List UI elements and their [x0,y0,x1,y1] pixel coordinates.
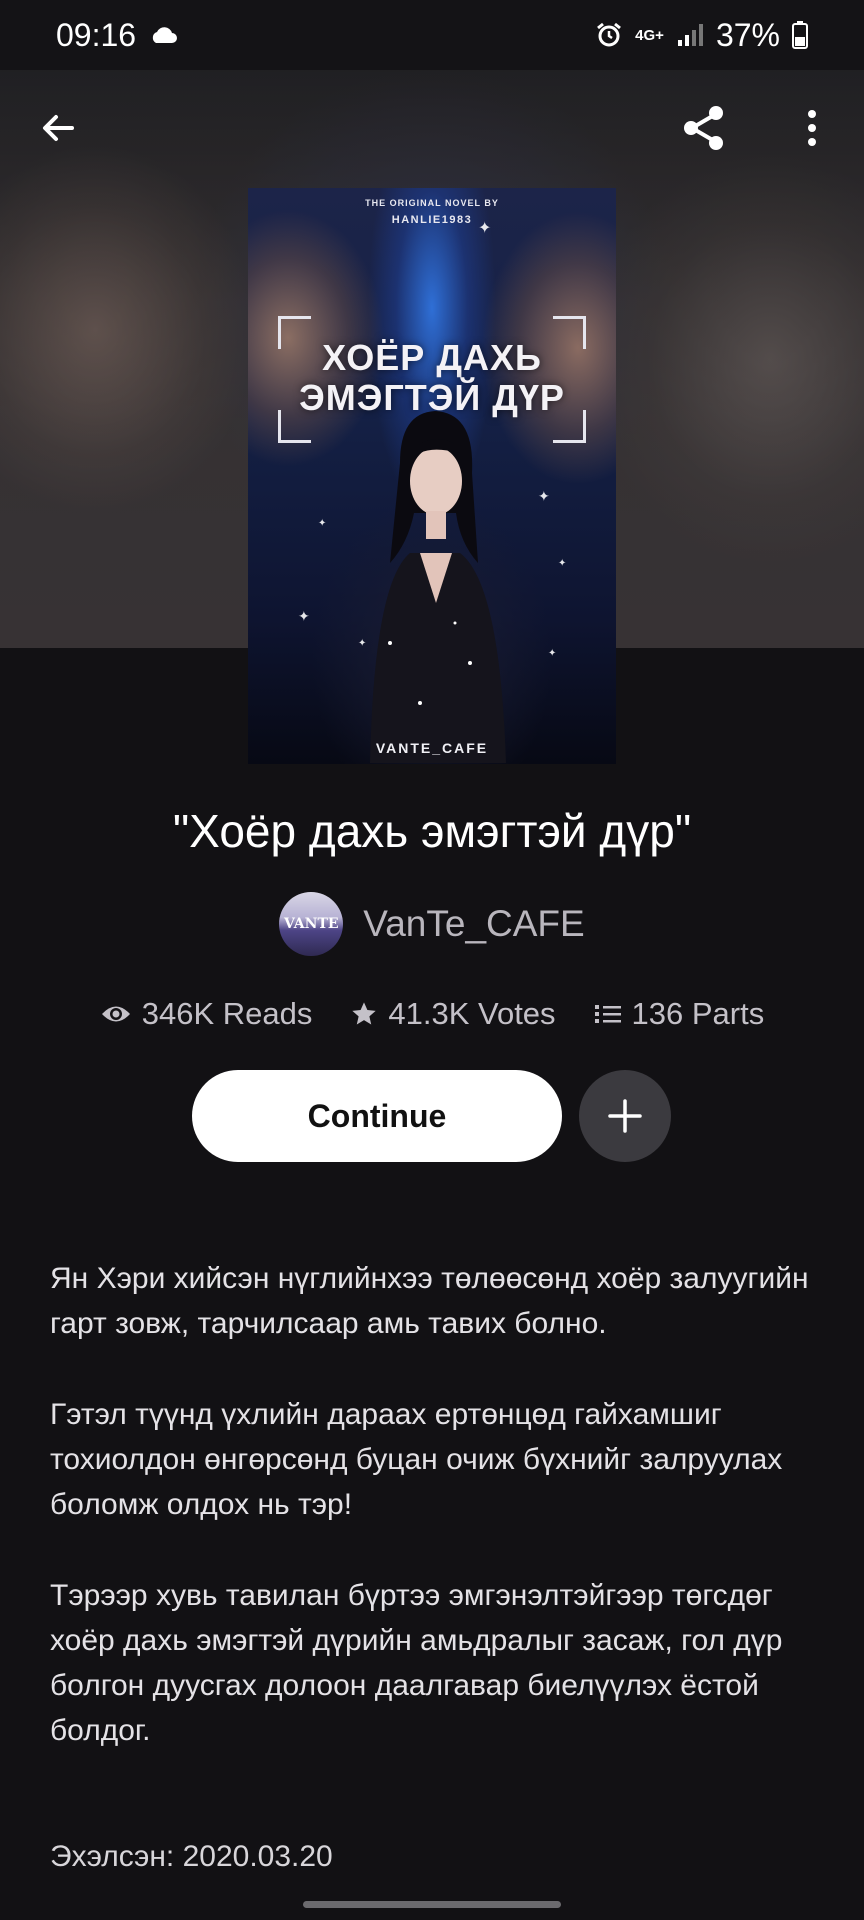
cover-footer: VANTE_CAFE [375,740,489,756]
parts-stat: 136 Parts [594,996,765,1032]
home-indicator[interactable] [303,1901,561,1908]
eye-icon [101,1006,130,1022]
status-bar: 09:16 4G+ 37% [0,0,864,70]
list-icon [594,1005,621,1023]
plus-icon [608,1099,642,1133]
votes-stat: 41.3K Votes [350,996,556,1032]
add-to-library-button[interactable] [579,1070,671,1162]
description-paragraph: Ян Хэри хийсэн нүглийнхээ төлөөсөнд хоёр… [50,1262,809,1340]
author-name[interactable]: VanTe_CAFE [363,903,584,945]
signal-icon [677,24,703,46]
reads-stat: 346K Reads [100,996,313,1032]
book-description: Ян Хэри хийсэн нүглийнхээ төлөөсөнд хоёр… [50,1256,830,1799]
more-options-button[interactable] [780,96,844,160]
back-button[interactable] [26,96,90,160]
author-avatar[interactable]: VANTE [279,892,344,956]
star-icon [352,1002,377,1025]
share-button[interactable] [672,96,736,160]
cover-top-line: THE ORIGINAL NOVEL BY [365,198,499,208]
reads-count: 346K Reads [141,996,313,1031]
start-date: Эхэлсэн: 2020.03.20 [50,1840,333,1873]
cover-author-line: HANLIE1983 [391,214,473,226]
arrow-left-icon [43,115,74,141]
cover-figure [370,411,506,763]
author-row[interactable]: VANTE VanTe_CAFE [0,892,864,956]
alarm-icon [597,22,622,47]
book-title: "Хоёр дахь эмэгтэй дүр" [172,805,692,857]
parts-count: 136 Parts [631,996,765,1031]
share-icon [684,106,723,150]
votes-count: 41.3K Votes [388,996,556,1031]
cloud-icon [152,27,178,43]
description-paragraph: Гэтэл түүнд үхлийн дараах ертөнцөд гайха… [50,1398,783,1521]
battery-icon [792,21,808,49]
description-paragraph: Тэрээр хувь тавилан бүртээ эмгэнэлтэйгээ… [50,1579,783,1747]
stats-row: 346K Reads 41.3K Votes 136 Parts [0,996,864,1032]
more-vertical-icon [808,110,816,146]
battery-percent: 37% [715,16,780,53]
continue-button[interactable]: Continue [192,1070,562,1162]
network-type: 4G+ [635,26,664,44]
status-time: 09:16 [56,16,137,53]
book-cover[interactable]: THE ORIGINAL NOVEL BY HANLIE1983 ✦ ХОЁР … [248,188,616,764]
